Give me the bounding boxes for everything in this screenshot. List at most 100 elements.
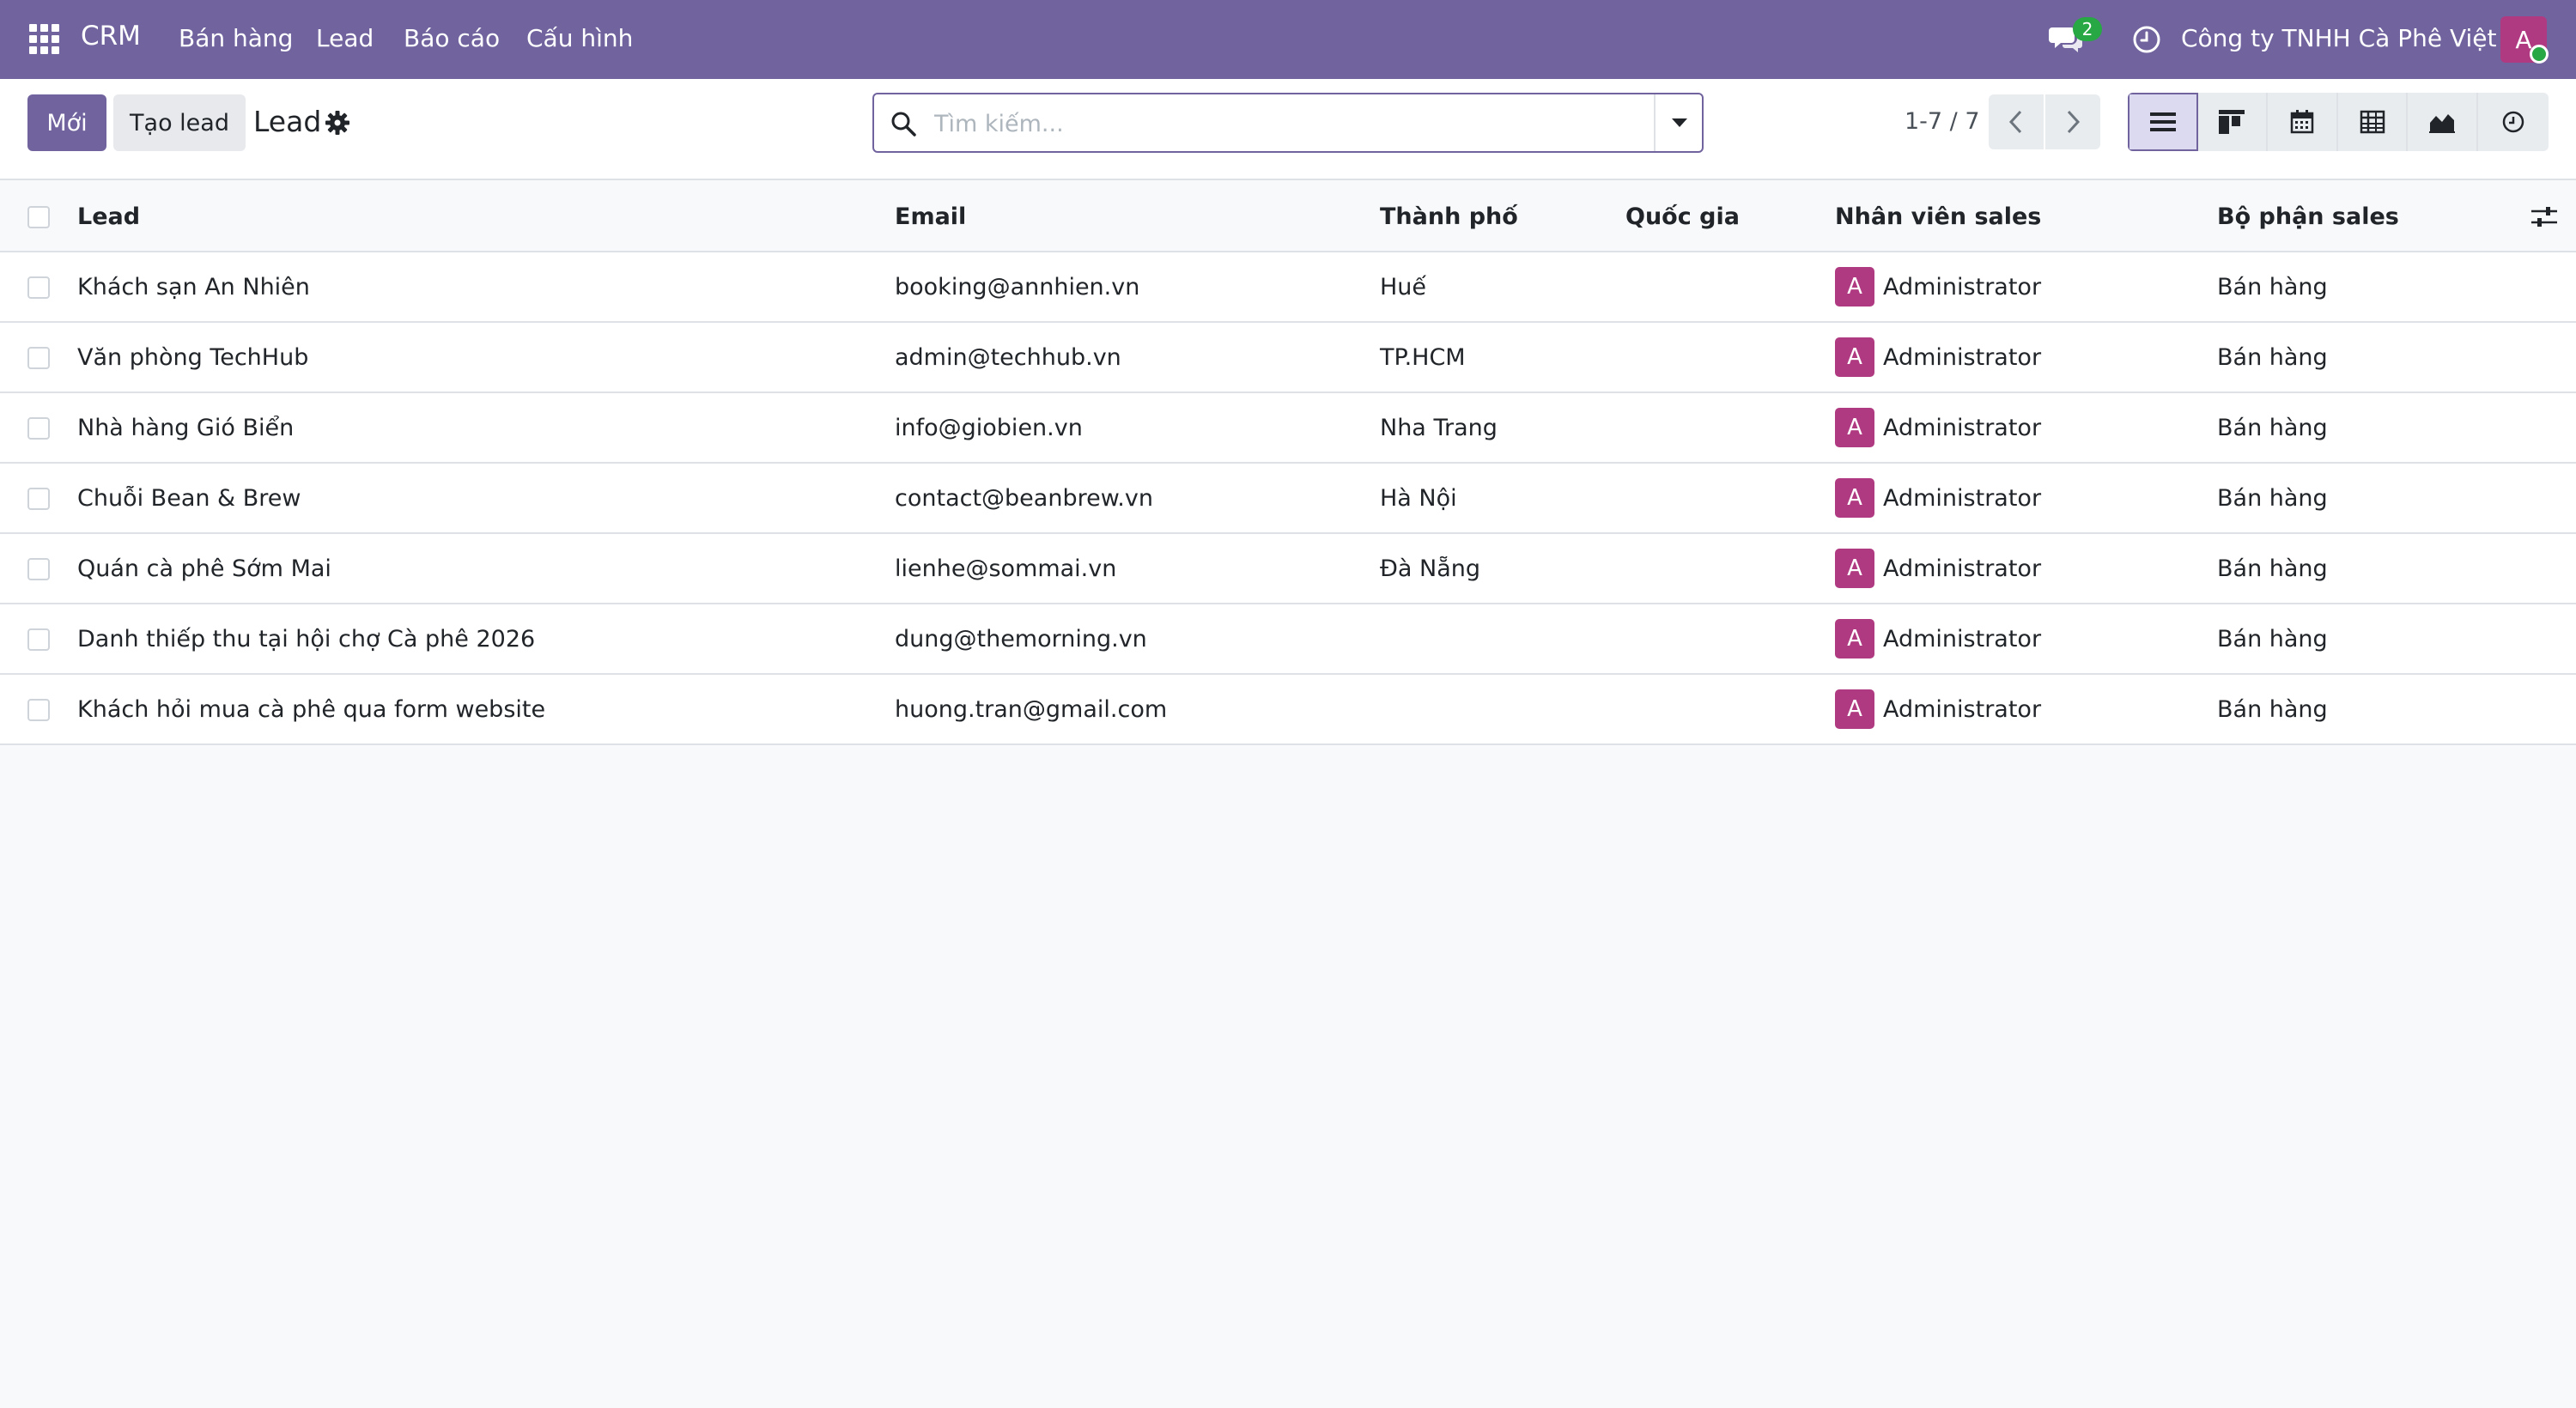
menu-lead[interactable]: Lead xyxy=(316,24,374,52)
table-row[interactable]: Chuỗi Bean & Brew contact@beanbrew.vn Hà… xyxy=(0,464,2576,534)
lead-name: Văn phòng TechHub xyxy=(77,343,309,371)
search-options-toggle[interactable] xyxy=(1654,94,1704,151)
lead-sales-team: Bán hàng xyxy=(2217,555,2328,582)
chevron-right-icon xyxy=(2067,110,2081,134)
column-header-sales-team[interactable]: Bộ phận sales xyxy=(2217,182,2399,251)
list-icon xyxy=(2149,112,2176,131)
gear-icon[interactable] xyxy=(325,110,350,136)
table-row[interactable]: Quán cà phê Sớm Mai lienhe@sommai.vn Đà … xyxy=(0,534,2576,604)
lead-salesperson: A Administrator xyxy=(1835,252,2041,321)
activity-clock-icon[interactable] xyxy=(2131,24,2162,55)
lead-salesperson: A Administrator xyxy=(1835,323,2041,391)
activity-view-button[interactable] xyxy=(2478,93,2549,151)
lead-sales-team: Bán hàng xyxy=(2217,343,2328,371)
calendar-view-button[interactable] xyxy=(2268,93,2338,151)
lead-email: info@giobien.vn xyxy=(895,414,1083,441)
search-icon xyxy=(891,112,916,137)
breadcrumb: Lead xyxy=(253,105,322,138)
row-checkbox[interactable] xyxy=(27,276,50,299)
new-button[interactable]: Mới xyxy=(27,94,106,151)
table-row[interactable]: Văn phòng TechHub admin@techhub.vn TP.HC… xyxy=(0,323,2576,393)
salesperson-avatar: A xyxy=(1835,478,1874,518)
table-body: Khách sạn An Nhiên booking@annhien.vn Hu… xyxy=(0,252,2576,745)
online-status-dot xyxy=(2530,45,2549,64)
lead-city: Huế xyxy=(1380,273,1427,300)
lead-email: contact@beanbrew.vn xyxy=(895,484,1153,512)
lead-name: Quán cà phê Sớm Mai xyxy=(77,555,331,582)
column-header-email[interactable]: Email xyxy=(895,182,966,251)
lead-sales-team: Bán hàng xyxy=(2217,484,2328,512)
lead-name: Khách sạn An Nhiên xyxy=(77,273,310,300)
column-header-city[interactable]: Thành phố xyxy=(1380,182,1518,251)
lead-city: TP.HCM xyxy=(1380,343,1466,371)
chevron-left-icon xyxy=(2008,110,2022,134)
optional-columns-icon[interactable] xyxy=(2530,204,2559,230)
table-row[interactable]: Danh thiếp thu tại hội chợ Cà phê 2026 d… xyxy=(0,604,2576,675)
pivot-view-button[interactable] xyxy=(2338,93,2409,151)
lead-sales-team: Bán hàng xyxy=(2217,695,2328,723)
row-checkbox[interactable] xyxy=(27,628,50,651)
kanban-icon xyxy=(2219,110,2245,134)
lead-name: Khách hỏi mua cà phê qua form website xyxy=(77,695,546,723)
lead-list-table: Lead Email Thành phố Quốc gia Nhân viên … xyxy=(0,182,2576,745)
lead-salesperson: A Administrator xyxy=(1835,534,2041,603)
company-switcher[interactable]: Công ty TNHH Cà Phê Việt xyxy=(2181,24,2497,52)
column-header-salesperson[interactable]: Nhân viên sales xyxy=(1835,182,2041,251)
lead-salesperson: A Administrator xyxy=(1835,675,2041,743)
select-all-checkbox[interactable] xyxy=(27,206,50,228)
menu-configuration[interactable]: Cấu hình xyxy=(526,24,633,52)
row-checkbox[interactable] xyxy=(27,347,50,369)
lead-email: admin@techhub.vn xyxy=(895,343,1121,371)
salesperson-avatar: A xyxy=(1835,408,1874,447)
salesperson-name: Administrator xyxy=(1883,343,2042,371)
pager-value[interactable]: 1-7 / 7 xyxy=(1905,108,1980,135)
lead-city: Hà Nội xyxy=(1380,484,1457,512)
pivot-icon xyxy=(2360,110,2385,134)
row-checkbox[interactable] xyxy=(27,558,50,580)
apps-grid-icon[interactable] xyxy=(29,24,60,55)
pager-next-button[interactable] xyxy=(2045,94,2100,149)
salesperson-name: Administrator xyxy=(1883,695,2042,723)
salesperson-avatar: A xyxy=(1835,689,1874,729)
lead-salesperson: A Administrator xyxy=(1835,393,2041,462)
create-lead-button[interactable]: Tạo lead xyxy=(113,94,246,151)
lead-sales-team: Bán hàng xyxy=(2217,273,2328,300)
lead-sales-team: Bán hàng xyxy=(2217,414,2328,441)
list-view-button[interactable] xyxy=(2128,93,2198,151)
caret-down-icon xyxy=(1672,118,1687,127)
salesperson-avatar: A xyxy=(1835,267,1874,306)
lead-city: Nha Trang xyxy=(1380,414,1498,441)
kanban-view-button[interactable] xyxy=(2198,93,2269,151)
table-row[interactable]: Nhà hàng Gió Biển info@giobien.vn Nha Tr… xyxy=(0,393,2576,464)
table-row[interactable]: Khách hỏi mua cà phê qua form website hu… xyxy=(0,675,2576,745)
search-input[interactable] xyxy=(934,103,1656,144)
graph-view-button[interactable] xyxy=(2408,93,2478,151)
lead-email: lienhe@sommai.vn xyxy=(895,555,1117,582)
lead-salesperson: A Administrator xyxy=(1835,464,2041,532)
lead-name: Chuỗi Bean & Brew xyxy=(77,484,301,512)
salesperson-name: Administrator xyxy=(1883,625,2042,652)
app-brand[interactable]: CRM xyxy=(81,21,141,52)
menu-reports[interactable]: Báo cáo xyxy=(404,24,500,52)
salesperson-name: Administrator xyxy=(1883,273,2042,300)
table-row[interactable]: Khách sạn An Nhiên booking@annhien.vn Hu… xyxy=(0,252,2576,323)
clock-icon xyxy=(2502,111,2524,133)
pager-previous-button[interactable] xyxy=(1989,94,2044,149)
salesperson-name: Administrator xyxy=(1883,555,2042,582)
search-bar xyxy=(872,93,1704,153)
lead-email: booking@annhien.vn xyxy=(895,273,1140,300)
lead-email: huong.tran@gmail.com xyxy=(895,695,1168,723)
column-header-country[interactable]: Quốc gia xyxy=(1625,182,1740,251)
row-checkbox[interactable] xyxy=(27,417,50,440)
salesperson-avatar: A xyxy=(1835,619,1874,658)
area-chart-icon xyxy=(2429,114,2456,133)
top-navbar: CRM Bán hàng Lead Báo cáo Cấu hình 2 Côn… xyxy=(0,0,2576,79)
row-checkbox[interactable] xyxy=(27,488,50,510)
row-checkbox[interactable] xyxy=(27,699,50,721)
menu-sales[interactable]: Bán hàng xyxy=(179,24,293,52)
lead-name: Nhà hàng Gió Biển xyxy=(77,414,295,441)
chat-count-badge: 2 xyxy=(2073,17,2102,41)
salesperson-avatar: A xyxy=(1835,337,1874,377)
column-header-lead[interactable]: Lead xyxy=(77,182,140,251)
calendar-icon xyxy=(2290,110,2314,134)
